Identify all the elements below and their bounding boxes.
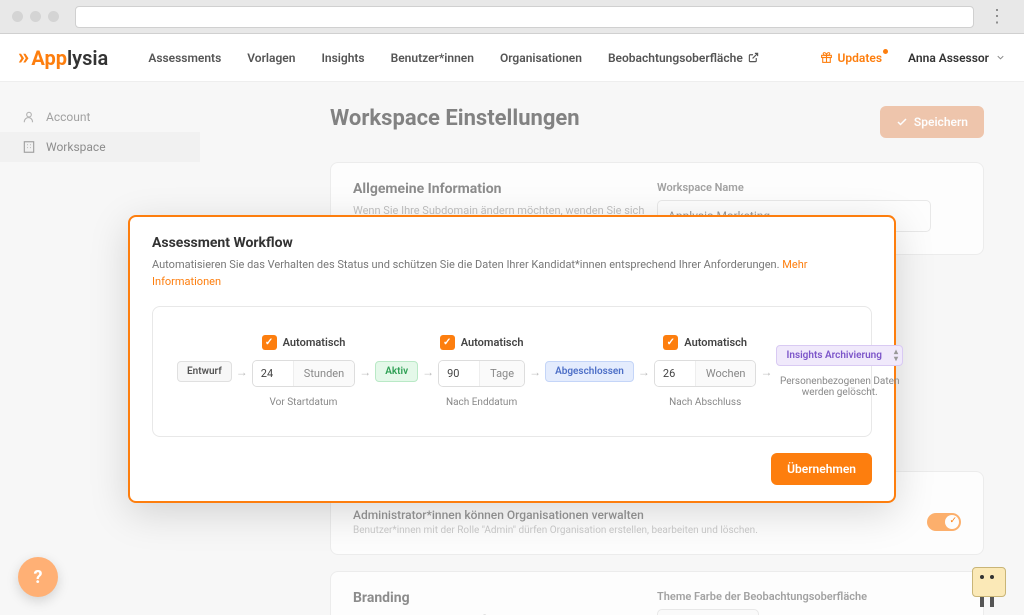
modal-overlay: Assessment Workflow Automatisieren Sie d… [0,0,1024,615]
step2-value-input[interactable] [439,361,479,386]
arrow-icon: → [529,365,541,379]
step2-sublabel: Nach Enddatum [446,397,517,408]
assessment-workflow-modal: Assessment Workflow Automatisieren Sie d… [128,215,896,503]
step1-unit: Stunden [293,361,354,386]
auto-label: Automatisch [461,336,524,349]
auto-label: Automatisch [684,336,747,349]
step3-unit: Wochen [695,361,756,386]
step1-value-input[interactable] [253,361,293,386]
step3-sublabel: Nach Abschluss [669,397,741,408]
auto-label: Automatisch [283,336,346,349]
step2-unit: Tage [479,361,524,386]
workflow-step-1: ✓ Automatisch Stunden Vor Startdatum [252,335,355,408]
arrow-icon: → [638,365,650,379]
arrow-icon: → [236,365,248,379]
status-badge-draft: Entwurf [177,361,232,382]
workflow-card: Entwurf → ✓ Automatisch Stunden Vor Star… [152,306,872,437]
insights-archive-select[interactable]: Insights Archivierung ▴▾ [776,345,902,366]
modal-title: Assessment Workflow [152,235,872,251]
mascot-icon[interactable] [968,563,1010,609]
step3-value-input[interactable] [655,361,695,386]
arrow-icon: → [760,365,772,379]
arrow-icon: → [359,365,371,379]
status-badge-active: Aktiv [375,361,418,382]
auto-checkbox-2[interactable]: ✓ [440,335,455,350]
status-badge-done: Abgeschlossen [545,361,634,382]
auto-checkbox-1[interactable]: ✓ [262,335,277,350]
help-button[interactable]: ? [18,557,58,597]
check-icon: ✓ [949,516,957,526]
workflow-step-3: ✓ Automatisch Wochen Nach Abschluss [654,335,757,408]
final-sublabel: Personenbezogenen Daten werden gelöscht. [776,376,902,398]
step1-sublabel: Vor Startdatum [270,397,338,408]
workflow-step-2: ✓ Automatisch Tage Nach Enddatum [438,335,525,408]
workflow-step-final: Insights Archivierung ▴▾ Personenbezogen… [776,345,902,398]
auto-checkbox-3[interactable]: ✓ [663,335,678,350]
modal-subtitle: Automatisieren Sie das Verhalten des Sta… [152,257,872,290]
apply-button[interactable]: Übernehmen [771,453,872,485]
stepper-icon: ▴▾ [894,348,898,362]
arrow-icon: → [422,365,434,379]
